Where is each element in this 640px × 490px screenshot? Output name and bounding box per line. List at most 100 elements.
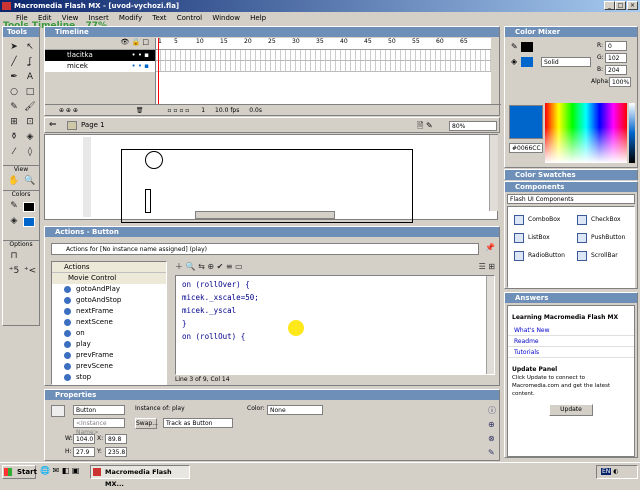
free-transform-icon[interactable]: ⊞ [7, 116, 21, 129]
fill-color-icon[interactable]: ◈ [7, 215, 21, 228]
component-checkbox[interactable]: CheckBox [571, 211, 634, 229]
link-readme[interactable]: Readme [508, 336, 634, 347]
maximize-button[interactable]: □ [615, 1, 626, 10]
width-input[interactable]: 104.0 [73, 434, 95, 444]
movie-control-group[interactable]: Movie Control [52, 273, 166, 284]
update-button[interactable]: Update [549, 404, 593, 416]
action-gotoAndPlay[interactable]: gotoAndPlay [52, 284, 166, 295]
minimize-button[interactable]: _ [604, 1, 615, 10]
snap-icon[interactable]: ⊓ [7, 250, 21, 263]
edit-symbol-icons[interactable]: 🗎 ✎ [417, 120, 433, 134]
action-nextScene[interactable]: nextScene [52, 317, 166, 328]
taskbar-flash-task[interactable]: Macromedia Flash MX... [90, 465, 190, 488]
frames-row-micek[interactable] [156, 61, 491, 72]
x-input[interactable]: 89.8 [105, 434, 127, 444]
eyedropper-icon[interactable]: ⁄ [7, 146, 21, 159]
check-syntax-icon[interactable]: ✔ [217, 262, 224, 271]
pin-icon[interactable]: 📌 [485, 243, 495, 252]
component-listbox[interactable]: ListBox [508, 229, 571, 247]
frame-grid[interactable]: 1 5 10 15 20 25 30 35 40 45 50 55 60 65 [155, 38, 491, 104]
brightness-slider[interactable] [629, 103, 635, 163]
options-menu-icon[interactable]: ☰ ⊞ [479, 261, 495, 273]
stroke-pen-icon[interactable]: ✎ [511, 42, 518, 51]
stroke-color-swatch[interactable] [23, 202, 35, 212]
onion-skin-icons[interactable]: ▫ ▫ ▫ ▫ [167, 107, 189, 114]
red-input[interactable]: 0 [605, 41, 627, 51]
color-swatches-panel[interactable]: Color Swatches [504, 169, 638, 180]
pencil-tool-icon[interactable]: ✎ [7, 101, 21, 114]
menu-text[interactable]: Text [152, 14, 166, 22]
blue-input[interactable]: 204 [605, 65, 627, 75]
add-action-icon[interactable]: ＋ [175, 262, 183, 271]
layer-micek[interactable]: micek • • ▪ [45, 61, 155, 72]
stage-horizontal-scrollbar[interactable] [195, 211, 335, 219]
back-arrow-icon[interactable]: ⇐ [49, 120, 57, 130]
link-whats-new[interactable]: What's New [508, 325, 634, 336]
component-set-select[interactable]: Flash UI Components [507, 194, 635, 204]
tray-icon[interactable]: ◐ [613, 468, 618, 475]
language-indicator[interactable]: EN [601, 468, 612, 475]
zoom-tool-icon[interactable]: 🔍 [23, 175, 37, 188]
fill-color-swatch[interactable] [23, 217, 35, 227]
line-tool-icon[interactable]: ╱ [7, 56, 21, 69]
playhead[interactable] [158, 38, 159, 104]
close-button[interactable]: × [627, 1, 638, 10]
lasso-tool-icon[interactable]: ʆ [23, 56, 37, 69]
action-gotoAndStop[interactable]: gotoAndStop [52, 295, 166, 306]
pen-tool-icon[interactable]: ✒ [7, 71, 21, 84]
script-editor[interactable]: on (rollOver) { micek._xscale=50; micek.… [175, 275, 495, 375]
eraser-icon[interactable]: ◊ [23, 146, 37, 159]
subselect-tool-icon[interactable]: ↖ [23, 41, 37, 54]
menu-control[interactable]: Control [177, 14, 202, 22]
action-prevFrame[interactable]: prevFrame [52, 350, 166, 361]
mixer-stroke-swatch[interactable] [521, 42, 533, 52]
component-radiobutton[interactable]: RadioButton [508, 247, 571, 265]
text-tool-icon[interactable]: A [23, 71, 37, 84]
component-combobox[interactable]: ComboBox [508, 211, 571, 229]
fill-type-select[interactable]: Solid [541, 57, 591, 67]
instance-name-input[interactable]: <Instance Name> [73, 418, 125, 436]
editor-scrollbar[interactable] [486, 276, 494, 374]
delete-layer-icon[interactable]: 🗑 [136, 107, 144, 114]
frames-row-tlacitka[interactable] [156, 50, 491, 61]
button-symbol[interactable] [145, 189, 151, 213]
menu-help[interactable]: Help [250, 14, 266, 22]
mixer-fill-swatch[interactable] [521, 57, 533, 67]
component-scrollbar[interactable]: ScrollBar [571, 247, 634, 265]
rectangle-tool-icon[interactable]: □ [23, 86, 37, 99]
color-effect-select[interactable]: None [267, 405, 323, 415]
zoom-select[interactable]: 80% [449, 121, 497, 131]
properties-side-icons[interactable]: ⓘ ⊕ ⊗ ✎ [488, 404, 496, 460]
stage-vertical-scrollbar[interactable] [489, 135, 498, 211]
find-icon[interactable]: 🔍 [186, 262, 196, 271]
track-as-select[interactable]: Track as Button [163, 418, 233, 428]
brush-tool-icon[interactable]: 🖌 [23, 101, 37, 114]
action-prevScene[interactable]: prevScene [52, 361, 166, 372]
color-spectrum[interactable] [545, 103, 627, 163]
auto-format-icon[interactable]: ≡ [226, 262, 233, 271]
smooth-icon[interactable]: ⁺5 [7, 265, 21, 278]
target-path-icon[interactable]: ⊕ [207, 262, 214, 271]
straighten-icon[interactable]: ⁺< [23, 265, 37, 278]
action-on[interactable]: on [52, 328, 166, 339]
paint-bucket-icon[interactable]: ◈ [23, 131, 37, 144]
layer-tlacitka[interactable]: tlacitka • • ▪ [45, 50, 155, 61]
component-pushbutton[interactable]: PushButton [571, 229, 634, 247]
add-layer-icon[interactable]: ⊕ ⊕ ⊕ [59, 107, 78, 114]
y-input[interactable]: 235.8 [105, 447, 127, 457]
hand-tool-icon[interactable]: ✋ [7, 175, 21, 188]
alpha-input[interactable]: 100% [609, 77, 631, 87]
menu-window[interactable]: Window [212, 14, 240, 22]
oval-tool-icon[interactable]: ○ [7, 86, 21, 99]
ball-symbol[interactable] [145, 151, 163, 169]
hex-input[interactable]: #0066CC [509, 143, 543, 153]
link-tutorials[interactable]: Tutorials [508, 347, 634, 358]
replace-icon[interactable]: ⇆ [198, 262, 205, 271]
stage-area[interactable] [44, 134, 498, 223]
fill-transform-icon[interactable]: ⊡ [23, 116, 37, 129]
action-stop[interactable]: stop [52, 372, 166, 383]
arrow-tool-icon[interactable]: ➤ [7, 41, 21, 54]
actions-root[interactable]: Actions [52, 262, 166, 273]
stroke-color-icon[interactable]: ✎ [7, 200, 21, 213]
code-hint-icon[interactable]: ▭ [235, 262, 243, 271]
